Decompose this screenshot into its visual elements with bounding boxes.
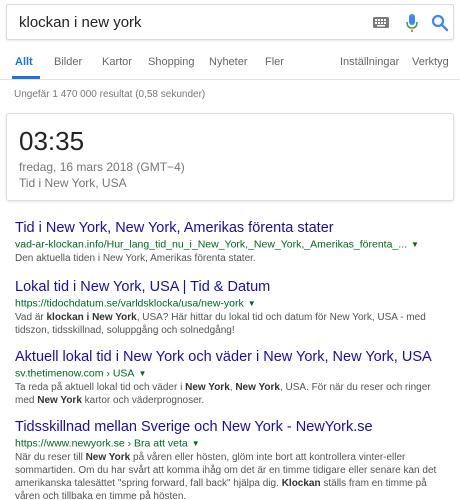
- search-tabs: Allt Bilder Kartor Shopping Nyheter Fler…: [0, 48, 460, 80]
- tab-settings[interactable]: Inställningar: [340, 56, 399, 68]
- result-url: https://www.newyork.se › Bra att veta ▼: [15, 436, 449, 451]
- search-input[interactable]: klockan i new york: [19, 14, 142, 31]
- result-url: vad-ar-klockan.info/Hur_lang_tid_nu_i_Ne…: [15, 237, 449, 252]
- clock-time: 03:35: [19, 126, 85, 156]
- tab-all[interactable]: Allt: [15, 56, 33, 68]
- result-title-link[interactable]: Aktuell lokal tid i New York och väder i…: [15, 348, 449, 366]
- result-url: https://tidochdatum.se/varldsklocka/usa/…: [15, 296, 449, 311]
- snippet-keyword: New York: [185, 382, 230, 394]
- url-dropdown-caret[interactable]: ▼: [138, 366, 146, 381]
- snippet-keyword: New York: [37, 395, 82, 407]
- clock-date: fredag, 16 mars 2018 (GMT−4): [19, 160, 185, 174]
- tab-maps[interactable]: Kartor: [102, 56, 132, 68]
- search-icon[interactable]: [431, 14, 449, 32]
- clock-card: 03:35 fredag, 16 mars 2018 (GMT−4) Tid i…: [6, 113, 454, 201]
- microphone-icon[interactable]: [405, 13, 419, 33]
- tab-more[interactable]: Fler: [265, 56, 284, 68]
- result-snippet: Den aktuella tiden i New York, Amerikas …: [15, 252, 449, 265]
- result-url-text: vad-ar-klockan.info/Hur_lang_tid_nu_i_Ne…: [15, 238, 408, 251]
- result-url-text: https://tidochdatum.se/varldsklocka/usa/…: [15, 297, 244, 310]
- snippet-keyword: Klockan: [281, 478, 321, 490]
- clock-place: Tid i New York, USA: [19, 176, 127, 190]
- url-dropdown-caret[interactable]: ▼: [248, 296, 256, 311]
- tab-tools[interactable]: Verktyg: [412, 56, 449, 68]
- tab-images[interactable]: Bilder: [54, 56, 82, 68]
- search-result: Lokal tid i New York, USA | Tid & Datum …: [15, 278, 449, 337]
- tab-shopping[interactable]: Shopping: [148, 56, 195, 68]
- snippet-keyword: New York: [235, 382, 280, 394]
- search-result: Aktuell lokal tid i New York och väder i…: [15, 348, 449, 407]
- snippet-text: Ta reda på aktuell lokal tid och väder i: [15, 382, 186, 394]
- snippet-text: När du reser till: [15, 452, 86, 464]
- result-url: sv.thetimenow.com › USA ▼: [15, 366, 449, 381]
- snippet-keyword: New York: [85, 452, 131, 464]
- snippet-text: Vad är: [15, 312, 47, 324]
- result-title-link[interactable]: Tidsskillnad mellan Sverige och New York…: [15, 418, 449, 436]
- active-tab-indicator: [12, 76, 40, 79]
- result-url-text: https://www.newyork.se › Bra att veta: [15, 437, 188, 450]
- result-snippet: När du reser till New York på våren elle…: [15, 451, 449, 500]
- url-dropdown-caret[interactable]: ▼: [411, 237, 419, 252]
- search-result: Tidsskillnad mellan Sverige och New York…: [15, 418, 449, 500]
- keyboard-icon[interactable]: [373, 17, 389, 28]
- snippet-text: kartor och väderprognoser.: [81, 395, 205, 407]
- result-snippet: Ta reda på aktuell lokal tid och väder i…: [15, 381, 449, 407]
- search-box[interactable]: klockan i new york: [6, 4, 454, 40]
- snippet-keyword: klockan i New York: [46, 312, 137, 324]
- result-snippet: Vad är klockan i New York, USA? Här hitt…: [15, 311, 449, 337]
- result-title-link[interactable]: Lokal tid i New York, USA | Tid & Datum: [15, 278, 449, 296]
- url-dropdown-caret[interactable]: ▼: [192, 436, 200, 451]
- result-url-text: sv.thetimenow.com › USA: [15, 367, 135, 380]
- tab-news[interactable]: Nyheter: [209, 56, 248, 68]
- result-stats: Ungefär 1 470 000 resultat (0,58 sekunde…: [14, 89, 206, 100]
- result-title-link[interactable]: Tid i New York, New York, Amerikas fören…: [15, 219, 449, 237]
- snippet-text: Den aktuella tiden i New York, Amerikas …: [15, 253, 256, 265]
- search-result: Tid i New York, New York, Amerikas fören…: [15, 219, 449, 265]
